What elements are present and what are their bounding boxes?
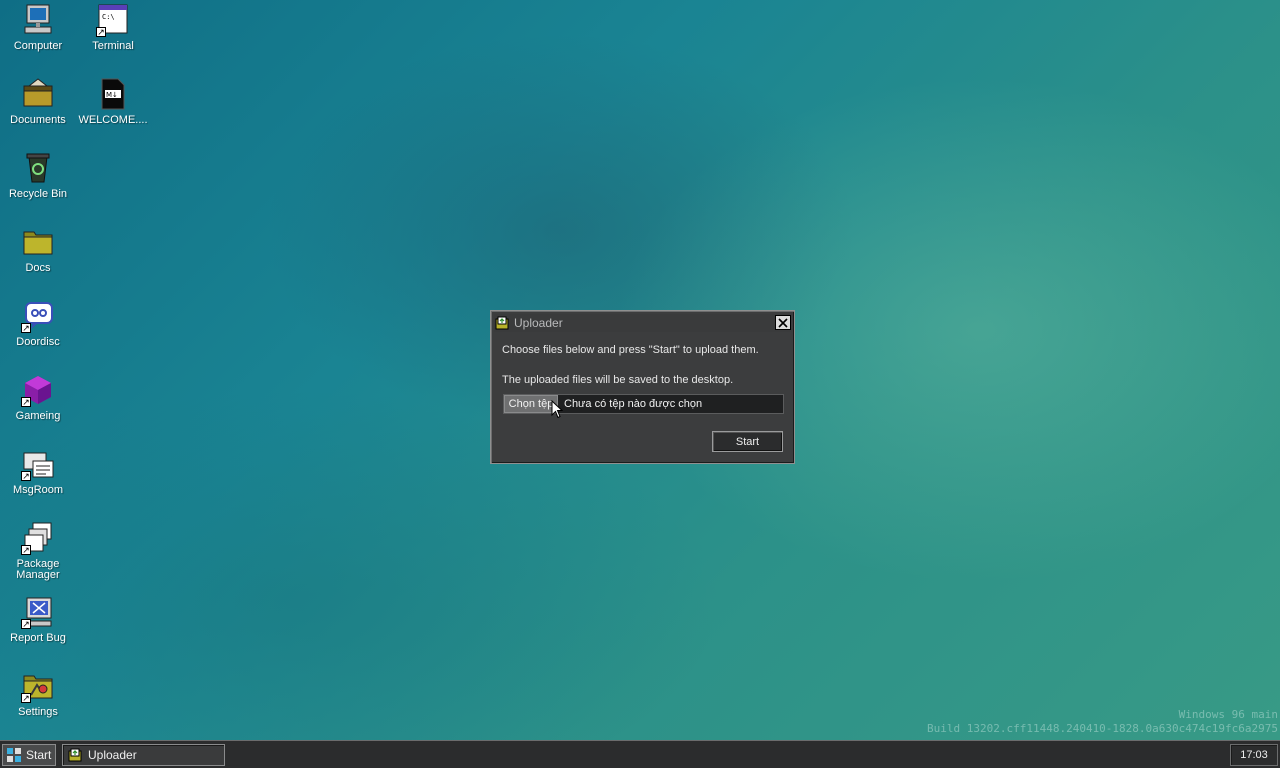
desktop: Computer C:\ ↗ Terminal Documents M↓ WEL… bbox=[0, 0, 1280, 740]
close-icon bbox=[778, 317, 788, 328]
dialog-instruction-text: Choose files below and press "Start" to … bbox=[502, 344, 759, 356]
desktop-icon-label: MsgRoom bbox=[12, 484, 64, 496]
desktop-icon-gameing[interactable]: ↗ Gameing bbox=[1, 373, 75, 422]
shortcut-arrow-icon: ↗ bbox=[96, 27, 106, 37]
start-button[interactable]: Start bbox=[2, 744, 56, 766]
desktop-icon-label: Report Bug bbox=[10, 632, 66, 644]
computer-icon bbox=[21, 3, 55, 37]
doordisc-icon: ↗ bbox=[21, 299, 55, 333]
dialog-title-bar[interactable]: Uploader bbox=[494, 314, 791, 332]
desktop-icon-label: Documents bbox=[10, 114, 66, 126]
shortcut-arrow-icon: ↗ bbox=[21, 545, 31, 555]
watermark-line-2: Build 13202.cff11448.240410-1828.0a630c4… bbox=[927, 722, 1278, 735]
desktop-icon-computer[interactable]: Computer bbox=[1, 3, 75, 52]
desktop-icon-report-bug[interactable]: ↗ Report Bug bbox=[1, 595, 75, 644]
desktop-icon-label: Package Manager bbox=[16, 558, 60, 581]
settings-icon: ↗ bbox=[21, 669, 55, 703]
desktop-icon-package-manager[interactable]: ↗ Package Manager bbox=[1, 521, 75, 581]
uploader-dialog: Uploader Choose files below and press "S… bbox=[490, 310, 795, 464]
desktop-icon-label: Terminal bbox=[92, 40, 134, 52]
msgroom-icon: ↗ bbox=[21, 447, 55, 481]
close-button[interactable] bbox=[775, 315, 791, 330]
folder-icon bbox=[21, 225, 55, 259]
taskbar-item-label: Uploader bbox=[88, 748, 137, 762]
desktop-icon-label: Doordisc bbox=[16, 336, 60, 348]
watermark-line-1: Windows 96 main bbox=[1178, 708, 1278, 721]
game-cube-icon: ↗ bbox=[21, 373, 55, 407]
report-bug-icon: ↗ bbox=[21, 595, 55, 629]
desktop-icon-terminal[interactable]: C:\ ↗ Terminal bbox=[76, 3, 150, 52]
desktop-icon-doordisc[interactable]: ↗ Doordisc bbox=[1, 299, 75, 348]
desktop-icon-label: Recycle Bin bbox=[8, 188, 68, 200]
desktop-icon-msgroom[interactable]: ↗ MsgRoom bbox=[1, 447, 75, 496]
documents-folder-icon bbox=[21, 77, 55, 111]
desktop-icon-label: Docs bbox=[25, 262, 51, 274]
start-logo-icon bbox=[7, 748, 21, 762]
dialog-title: Uploader bbox=[514, 316, 563, 330]
svg-text:C:\: C:\ bbox=[102, 13, 115, 21]
start-upload-button[interactable]: Start bbox=[712, 431, 783, 452]
desktop-icon-label: Computer bbox=[13, 40, 63, 52]
shortcut-arrow-icon: ↗ bbox=[21, 397, 31, 407]
uploader-app-icon bbox=[68, 748, 82, 762]
desktop-icon-docs[interactable]: Docs bbox=[1, 225, 75, 274]
desktop-icon-welcome[interactable]: M↓ WELCOME.... bbox=[76, 77, 150, 126]
taskbar-item-uploader[interactable]: Uploader bbox=[62, 744, 225, 766]
desktop-icon-documents[interactable]: Documents bbox=[1, 77, 75, 126]
taskbar: Start Uploader 17:03 bbox=[0, 740, 1280, 768]
mouse-cursor-icon bbox=[551, 400, 563, 419]
shortcut-arrow-icon: ↗ bbox=[21, 619, 31, 629]
desktop-icon-recycle-bin[interactable]: Recycle Bin bbox=[1, 151, 75, 200]
desktop-icon-label: WELCOME.... bbox=[78, 114, 148, 126]
file-input[interactable]: Chọn tệp Chưa có tệp nào được chọn bbox=[503, 394, 784, 414]
package-manager-icon: ↗ bbox=[21, 521, 55, 555]
desktop-icon-settings[interactable]: ↗ Settings bbox=[1, 669, 75, 718]
start-label: Start bbox=[26, 748, 52, 762]
uploader-app-icon bbox=[495, 316, 509, 330]
shortcut-arrow-icon: ↗ bbox=[21, 693, 31, 703]
desktop-icon-label: Settings bbox=[18, 706, 58, 718]
desktop-icon-label: Gameing bbox=[15, 410, 61, 422]
choose-file-button[interactable]: Chọn tệp bbox=[504, 395, 558, 413]
terminal-icon: C:\ ↗ bbox=[96, 3, 130, 37]
build-watermark: Windows 96 main Build 13202.cff11448.240… bbox=[927, 708, 1278, 736]
shortcut-arrow-icon: ↗ bbox=[21, 471, 31, 481]
file-status-text: Chưa có tệp nào được chọn bbox=[564, 398, 703, 410]
tray-clock[interactable]: 17:03 bbox=[1230, 744, 1278, 766]
dialog-info-text: The uploaded files will be saved to the … bbox=[502, 374, 734, 386]
shortcut-arrow-icon: ↗ bbox=[21, 323, 31, 333]
svg-text:M↓: M↓ bbox=[106, 91, 118, 99]
markdown-file-icon: M↓ bbox=[96, 77, 130, 111]
recycle-bin-icon bbox=[21, 151, 55, 185]
